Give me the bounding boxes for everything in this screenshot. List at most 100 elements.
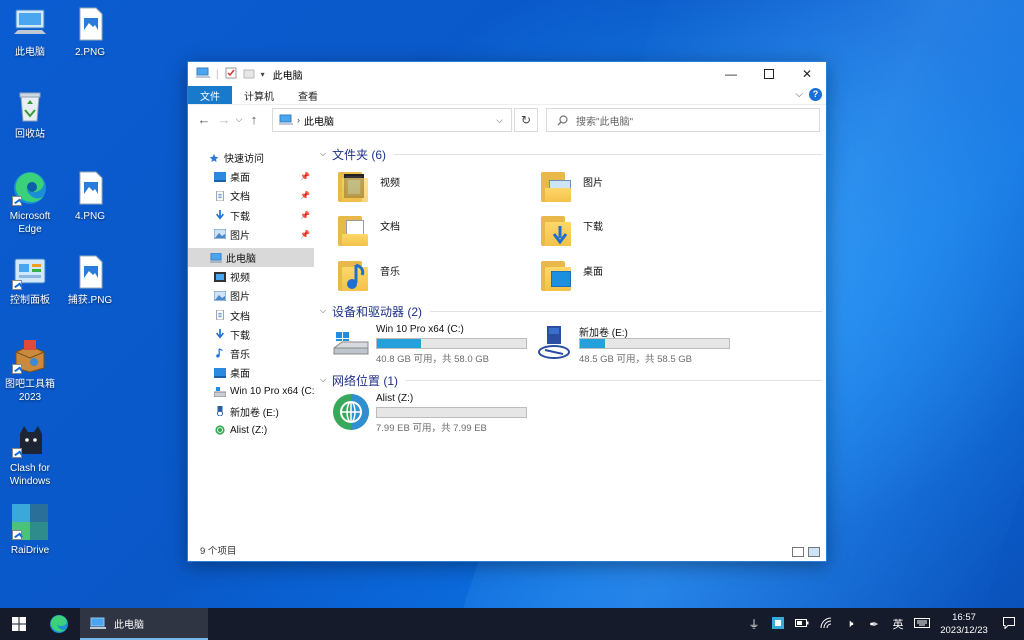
nav-item-documents[interactable]: 文档 📌	[188, 186, 314, 205]
drive-c[interactable]: Win 10 Pro x64 (C:) 40.8 GB 可用，共 58.0 GB	[332, 324, 532, 366]
drive-e[interactable]: 新加卷 (E:) 48.5 GB 可用，共 58.5 GB	[535, 324, 735, 366]
nav-item-desktop-2[interactable]: 桌面	[188, 363, 314, 382]
search-input[interactable]: 搜索"此电脑"	[546, 108, 820, 132]
address-bar[interactable]: › 此电脑 ⌵	[272, 108, 512, 132]
desktop-icon-toolbox[interactable]: 图吧工具箱 2023	[0, 338, 60, 404]
download-icon	[216, 210, 224, 220]
help-icon[interactable]: ?	[809, 88, 822, 101]
refresh-button[interactable]: ↻	[514, 108, 538, 132]
nav-item-downloads[interactable]: 下载 📌	[188, 206, 314, 225]
nav-item-quick-access[interactable]: 快速访问	[188, 148, 314, 167]
drive-name: Alist (Z:)	[376, 393, 414, 404]
maximize-button[interactable]	[750, 62, 788, 86]
tab-file[interactable]: 文件	[188, 86, 232, 104]
close-button[interactable]: ✕	[788, 62, 826, 86]
forward-button[interactable]: →	[214, 112, 234, 127]
nav-item-drive-c[interactable]: Win 10 Pro x64 (C:	[188, 382, 314, 401]
tab-view[interactable]: 查看	[286, 86, 330, 104]
breadcrumb-chevron-icon[interactable]: ›	[297, 115, 300, 125]
desktop-icon-capture-png[interactable]: 捕获.PNG	[60, 254, 120, 307]
recycle-bin-icon	[12, 88, 48, 124]
desktop-icon-recycle-bin[interactable]: 回收站	[0, 88, 60, 141]
ime-indicator[interactable]: 英	[886, 616, 910, 632]
pin-icon[interactable]: 📌	[300, 230, 310, 239]
desktop-icon-4png[interactable]: 4.PNG	[60, 170, 120, 223]
folder-pictures[interactable]: 图片	[539, 168, 729, 208]
computer-icon	[279, 114, 293, 125]
group-header-network[interactable]: ⌵ 网络位置 (1)	[320, 372, 822, 388]
nav-item-documents-2[interactable]: 文档	[188, 306, 314, 325]
document-folder-icon	[336, 212, 372, 248]
clock-time: 16:57	[952, 612, 976, 623]
properties-icon[interactable]	[225, 67, 237, 82]
drive-icon	[217, 406, 223, 417]
video-icon	[214, 271, 226, 282]
expand-ribbon-icon[interactable]: ⌵	[795, 89, 803, 100]
taskbar: 此电脑 ⏚ 🕨 ✒ 英 16:57 2023/12/23	[0, 608, 1024, 640]
details-view-icon[interactable]	[792, 547, 804, 557]
breadcrumb[interactable]: 此电脑	[304, 113, 334, 128]
nav-item-videos[interactable]: 视频	[188, 267, 314, 286]
volume-muted-icon[interactable]: 🕨	[838, 618, 862, 631]
folder-videos[interactable]: 视频	[336, 168, 526, 208]
group-header-folders[interactable]: ⌵ 文件夹 (6)	[320, 146, 822, 162]
nav-item-downloads-2[interactable]: 下载	[188, 325, 314, 344]
download-folder-icon	[539, 212, 575, 248]
desktop-icon-this-pc[interactable]: 此电脑	[0, 6, 60, 59]
nav-item-pictures-2[interactable]: 图片	[188, 286, 314, 305]
large-icons-view-icon[interactable]	[808, 547, 820, 557]
back-button[interactable]: ←	[194, 112, 214, 127]
desktop-icon-control-panel[interactable]: 控制面板	[0, 254, 60, 307]
notification-icon[interactable]	[994, 616, 1024, 632]
nav-item-this-pc[interactable]: 此电脑	[188, 247, 314, 268]
new-folder-icon[interactable]	[243, 67, 255, 82]
network-drive-alist[interactable]: Alist (Z:) 7.99 EB 可用，共 7.99 EB	[332, 393, 532, 435]
pen-icon[interactable]: ✒	[862, 618, 886, 631]
folder-desktop[interactable]: 桌面	[539, 257, 729, 297]
pin-icon[interactable]: 📌	[300, 172, 310, 181]
address-dropdown-icon[interactable]: ⌵	[496, 115, 503, 126]
nav-item-music[interactable]: 音乐	[188, 344, 314, 363]
usb-icon[interactable]: ⏚	[742, 616, 766, 632]
up-button[interactable]: ↑	[244, 112, 264, 127]
collapse-chevron-icon[interactable]: ⌵	[320, 149, 332, 159]
nav-item-alist[interactable]: Alist (Z:)	[188, 421, 314, 440]
customize-dropdown-icon[interactable]: ▾	[261, 70, 265, 79]
nav-item-drive-e[interactable]: 新加卷 (E:)	[188, 401, 314, 420]
desktop-icon-label: 控制面板	[10, 295, 50, 306]
windows-logo-icon	[12, 617, 26, 631]
desktop-icon-2png[interactable]: 2.PNG	[60, 6, 120, 59]
group-header-devices[interactable]: ⌵ 设备和驱动器 (2)	[320, 303, 822, 319]
clock[interactable]: 16:57 2023/12/23	[934, 611, 994, 637]
battery-icon[interactable]	[790, 618, 814, 630]
system-tray: ⏚ 🕨 ✒ 英 16:57 2023/12/23	[742, 608, 1024, 640]
shortcut-arrow-icon	[12, 280, 22, 290]
keyboard-icon[interactable]	[910, 617, 934, 631]
separator: |	[216, 68, 219, 80]
network-icon[interactable]	[814, 617, 838, 632]
minimize-button[interactable]: —	[712, 62, 750, 86]
desktop-icon-edge[interactable]: Microsoft Edge	[0, 170, 60, 236]
divider	[394, 153, 822, 155]
group-title: 网络位置 (1)	[332, 373, 399, 388]
collapse-chevron-icon[interactable]: ⌵	[320, 306, 332, 316]
pin-icon[interactable]: 📌	[300, 191, 310, 200]
drive-icon	[214, 386, 226, 397]
clash-tray-icon[interactable]	[766, 616, 790, 632]
folder-documents[interactable]: 文档	[336, 212, 526, 252]
tab-computer[interactable]: 计算机	[232, 86, 286, 104]
desktop-icon-clash[interactable]: Clash for Windows	[0, 422, 60, 488]
taskbar-edge-button[interactable]	[38, 608, 80, 640]
desktop-icon-raidrive[interactable]: RaiDrive	[0, 504, 60, 557]
folder-music[interactable]: 音乐	[336, 257, 526, 297]
recent-locations-chevron-icon[interactable]: ⌵	[234, 114, 244, 125]
taskbar-explorer-button[interactable]: 此电脑	[80, 608, 208, 640]
nav-item-pictures[interactable]: 图片 📌	[188, 225, 314, 244]
start-button[interactable]	[0, 608, 38, 640]
nav-item-desktop[interactable]: 桌面 📌	[188, 167, 314, 186]
folder-downloads[interactable]: 下载	[539, 212, 729, 252]
pin-icon[interactable]: 📌	[300, 211, 310, 220]
edge-icon	[12, 170, 48, 206]
collapse-chevron-icon[interactable]: ⌵	[320, 375, 332, 385]
drive-free-space: 40.8 GB 可用，共 58.0 GB	[376, 354, 489, 365]
